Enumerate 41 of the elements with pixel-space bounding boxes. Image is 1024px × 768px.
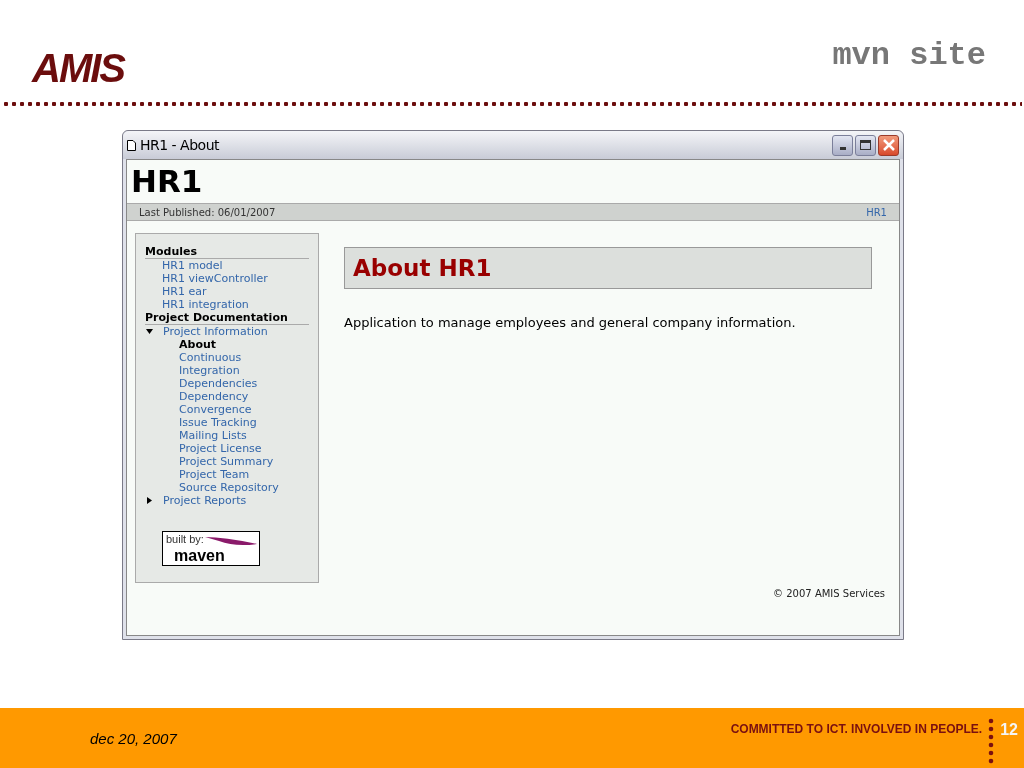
maximize-button[interactable] (855, 134, 876, 156)
nav-section-heading: Project Documentation (145, 311, 309, 325)
page-heading: About HR1 (344, 247, 872, 289)
nav-link[interactable]: Project License (179, 442, 262, 455)
caret-down-icon[interactable] (146, 328, 153, 335)
copyright-text: © 2007 AMIS Services (773, 587, 885, 601)
nav-link[interactable]: Dependencies (179, 377, 258, 390)
close-button[interactable] (878, 134, 899, 156)
nav-link[interactable]: Continuous Integration (179, 351, 303, 377)
nav-link[interactable]: Mailing Lists (179, 429, 247, 442)
badge-name: maven (174, 547, 225, 564)
slide-title: mvn site (832, 36, 986, 76)
nav-link[interactable]: HR1 ear (162, 285, 207, 298)
footer-date: dec 20, 2007 (90, 729, 177, 749)
nav-link[interactable]: Project Information (163, 325, 268, 338)
breadcrumb-link[interactable]: HR1 (866, 204, 887, 220)
nav-link[interactable]: Issue Tracking (179, 416, 257, 429)
page-icon (127, 139, 136, 151)
description-text: Application to manage employees and general company information. (344, 314, 797, 332)
close-icon (882, 139, 895, 151)
nav-link[interactable]: Source Repository (179, 481, 279, 494)
built-by-maven-badge[interactable]: built by: maven (162, 531, 260, 566)
badge-caption: built by: (166, 533, 204, 545)
company-logo: AMIS (32, 48, 124, 89)
page-number: 12 (1000, 720, 1018, 740)
nav-section-heading: Modules (145, 245, 309, 259)
nav-link[interactable]: HR1 model (162, 259, 223, 272)
nav-link[interactable]: HR1 integration (162, 298, 249, 311)
nav-link[interactable]: HR1 viewController (162, 272, 268, 285)
caret-right-icon[interactable] (146, 497, 153, 504)
nav-link[interactable]: About (179, 338, 217, 351)
nav-link[interactable]: Project Summary (179, 455, 274, 468)
window-title: HR1 - About (140, 135, 219, 155)
nav-link[interactable]: Project Reports (163, 494, 247, 507)
nav-link[interactable]: Dependency Convergence (179, 390, 303, 416)
dotted-divider-icon (988, 718, 995, 766)
last-published-text: Last Published: 06/01/2007 (139, 205, 276, 220)
minimize-button[interactable] (832, 134, 853, 156)
nav-link[interactable]: Project Team (179, 468, 250, 481)
site-title: HR1 (130, 162, 204, 200)
footer-slogan: COMMITTED TO ICT. INVOLVED IN PEOPLE. (730, 721, 983, 738)
